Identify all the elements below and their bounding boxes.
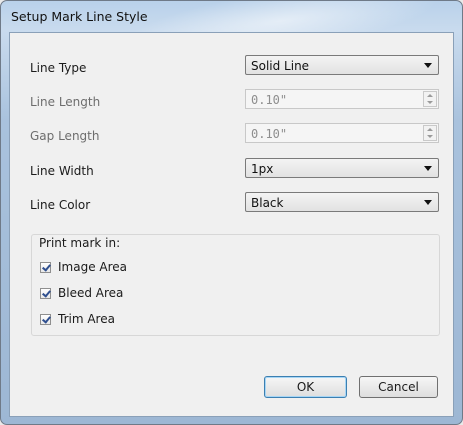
line-length-spinbox[interactable]: 0.10" [245, 89, 439, 109]
gap-length-spinbox[interactable]: 0.10" [245, 123, 439, 143]
spin-buttons[interactable] [423, 125, 437, 141]
line-type-select[interactable]: Solid Line [245, 55, 439, 75]
line-length-value: 0.10" [251, 93, 288, 107]
image-area-checkbox[interactable]: Image Area [40, 260, 127, 274]
spin-up-icon [427, 94, 433, 97]
checkbox-checked-icon[interactable] [40, 261, 51, 273]
chevron-down-icon [424, 63, 432, 68]
line-type-label: Line Type [30, 61, 87, 75]
line-color-value: Black [251, 196, 284, 210]
dialog-client-area: Line Type Solid Line Line Length 0.10" G… [9, 32, 454, 417]
spin-up-icon [427, 128, 433, 131]
trim-area-label: Trim Area [58, 312, 115, 326]
gap-length-value: 0.10" [251, 127, 288, 141]
window-title: Setup Mark Line Style [11, 9, 148, 24]
line-width-label: Line Width [30, 164, 94, 178]
line-width-select[interactable]: 1px [245, 158, 439, 178]
spin-down-icon [427, 101, 433, 104]
dialog-window: Setup Mark Line Style Line Type Solid Li… [0, 0, 463, 425]
line-length-label: Line Length [30, 95, 101, 109]
line-color-select[interactable]: Black [245, 192, 439, 212]
spin-down-icon [427, 135, 433, 138]
checkbox-checked-icon[interactable] [40, 287, 51, 299]
print-mark-group-label: Print mark in: [39, 236, 121, 250]
ok-button[interactable]: OK [264, 376, 347, 398]
bleed-area-checkbox[interactable]: Bleed Area [40, 286, 123, 300]
spin-buttons[interactable] [423, 91, 437, 107]
chevron-down-icon [424, 166, 432, 171]
line-width-value: 1px [251, 162, 274, 176]
trim-area-checkbox[interactable]: Trim Area [40, 312, 115, 326]
image-area-label: Image Area [58, 260, 128, 274]
gap-length-label: Gap Length [30, 129, 100, 143]
chevron-down-icon [424, 200, 432, 205]
line-color-label: Line Color [30, 198, 91, 212]
cancel-button[interactable]: Cancel [359, 376, 438, 398]
checkbox-checked-icon[interactable] [40, 313, 51, 325]
line-type-value: Solid Line [251, 59, 310, 73]
bleed-area-label: Bleed Area [58, 286, 124, 300]
